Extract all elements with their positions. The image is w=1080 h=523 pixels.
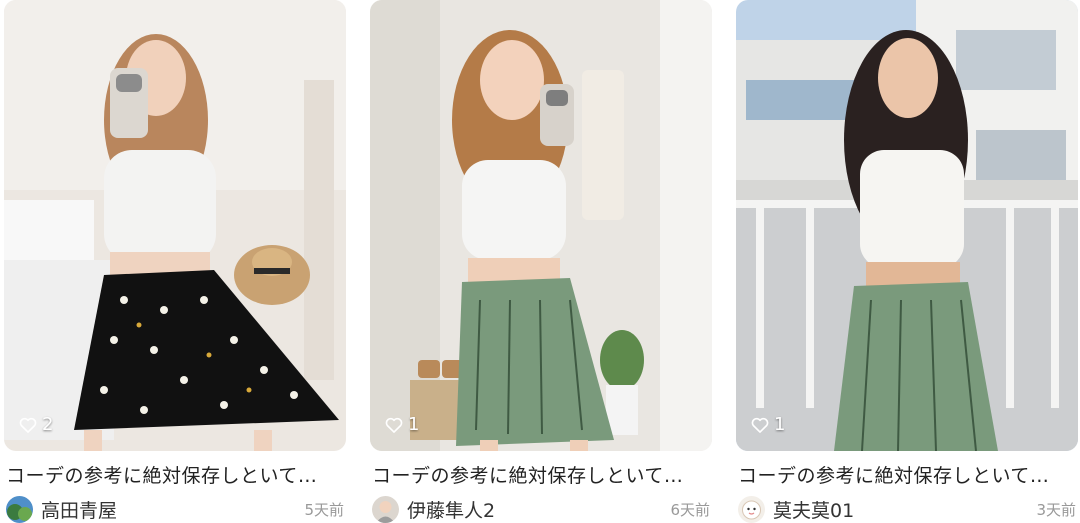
like-count-value: 1 [774,414,786,435]
like-count[interactable]: 1 [384,414,419,435]
note-title[interactable]: コーデの参考に絶対保存しといて… [738,461,1078,488]
avatar[interactable] [738,496,765,523]
heart-outline-icon [384,415,404,435]
post-time: 3天前 [1036,501,1076,519]
author-name[interactable]: 莫夫莫01 [773,496,854,523]
author-name[interactable]: 高田青屋 [41,496,117,523]
avatar[interactable] [6,496,33,523]
note-cover-image[interactable]: 2 [4,0,346,451]
note-card[interactable]: 2 コーデの参考に絶対保存しといて… 高田青屋 5天前 [4,0,346,523]
note-title[interactable]: コーデの参考に絶対保存しといて… [372,461,712,488]
note-cover-image[interactable]: 1 [736,0,1078,451]
like-count[interactable]: 2 [18,414,53,435]
like-count-value: 1 [408,414,420,435]
note-title[interactable]: コーデの参考に絶対保存しといて… [6,461,346,488]
note-cover-image[interactable]: 1 [370,0,712,451]
avatar[interactable] [372,496,399,523]
note-author-row: 高田青屋 5天前 [6,496,344,523]
post-time: 5天前 [304,501,344,519]
post-time: 6天前 [670,501,710,519]
like-count-value: 2 [42,414,54,435]
note-author-row: 伊藤隼人2 6天前 [372,496,710,523]
heart-outline-icon [18,415,38,435]
author-name[interactable]: 伊藤隼人2 [407,496,495,523]
like-count[interactable]: 1 [750,414,785,435]
note-author-row: 莫夫莫01 3天前 [738,496,1076,523]
note-card[interactable]: 1 コーデの参考に絶対保存しといて… 莫夫莫01 3天前 [736,0,1078,523]
heart-outline-icon [750,415,770,435]
note-card[interactable]: 1 コーデの参考に絶対保存しといて… 伊藤隼人2 6天前 [370,0,712,523]
note-feed: 2 コーデの参考に絶対保存しといて… 高田青屋 5天前 1 コーデの参考に絶対保… [0,0,1080,523]
